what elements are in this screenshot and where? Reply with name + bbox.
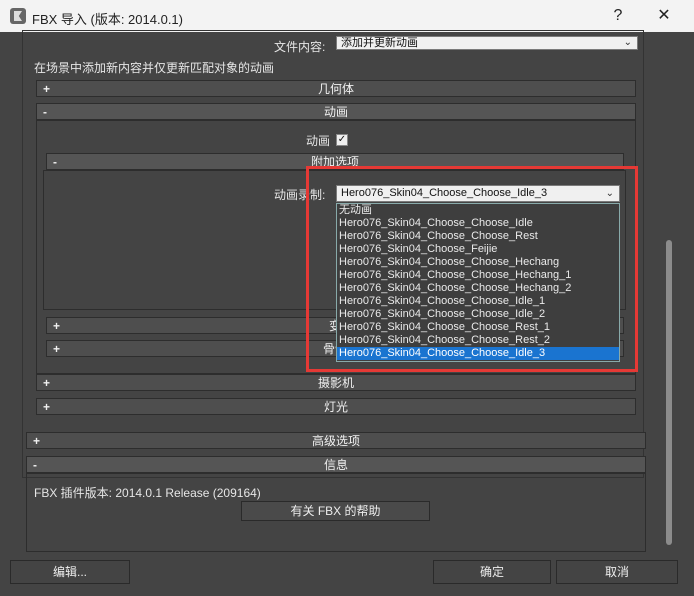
rollout-info-label: 信息 [323, 458, 348, 472]
rollout-animation-label: 动画 [323, 105, 348, 119]
plugin-version: FBX 插件版本: 2014.0.1 Release (209164) [34, 486, 261, 500]
expand-icon: + [53, 342, 61, 356]
collapse-icon: - [33, 458, 37, 472]
rollout-advanced[interactable]: + 高级选项 [26, 432, 646, 449]
cancel-button[interactable]: 取消 [556, 560, 678, 584]
footer: 编辑... 确定 取消 [0, 556, 694, 596]
help-icon[interactable]: ? [606, 6, 630, 26]
close-icon[interactable]: ✕ [652, 6, 676, 26]
file-content-value: 添加并更新动画 [341, 37, 418, 49]
app-icon [10, 8, 26, 24]
description-text: 在场景中添加新内容并仅更新匹配对象的动画 [34, 61, 275, 75]
rollout-lights-label: 灯光 [323, 400, 348, 414]
chevron-down-icon: ⌄ [623, 37, 632, 48]
expand-icon: + [43, 376, 51, 390]
fbx-help-button[interactable]: 有关 FBX 的帮助 [241, 501, 430, 521]
animation-checkbox[interactable]: ✓ [336, 134, 348, 146]
expand-icon: + [53, 319, 61, 333]
expand-icon: + [43, 400, 51, 414]
expand-icon: + [33, 434, 41, 448]
edit-button[interactable]: 编辑... [10, 560, 130, 584]
ok-button[interactable]: 确定 [433, 560, 551, 584]
rollout-geometry-label: 几何体 [317, 82, 354, 96]
collapse-icon: - [53, 155, 57, 169]
file-content-label: 文件内容: [274, 40, 326, 54]
rollout-lights[interactable]: + 灯光 [36, 398, 636, 415]
rollout-advanced-label: 高级选项 [311, 434, 360, 448]
rollout-camera[interactable]: + 摄影机 [36, 374, 636, 391]
rollout-geometry[interactable]: + 几何体 [36, 80, 636, 97]
rollout-camera-label: 摄影机 [317, 376, 354, 390]
title-bar: FBX 导入 (版本: 2014.0.1) ? ✕ [0, 0, 694, 32]
expand-icon: + [43, 82, 51, 96]
rollout-info[interactable]: - 信息 [26, 456, 646, 473]
window-title: FBX 导入 (版本: 2014.0.1) [32, 12, 183, 27]
animation-checkbox-label: 动画 [306, 134, 331, 148]
file-content-select[interactable]: 添加并更新动画 ⌄ [336, 36, 638, 50]
collapse-icon: - [43, 105, 47, 119]
highlight-box [306, 166, 638, 372]
rollout-animation[interactable]: - 动画 [36, 103, 636, 120]
scrollbar-thumb[interactable] [666, 240, 672, 545]
